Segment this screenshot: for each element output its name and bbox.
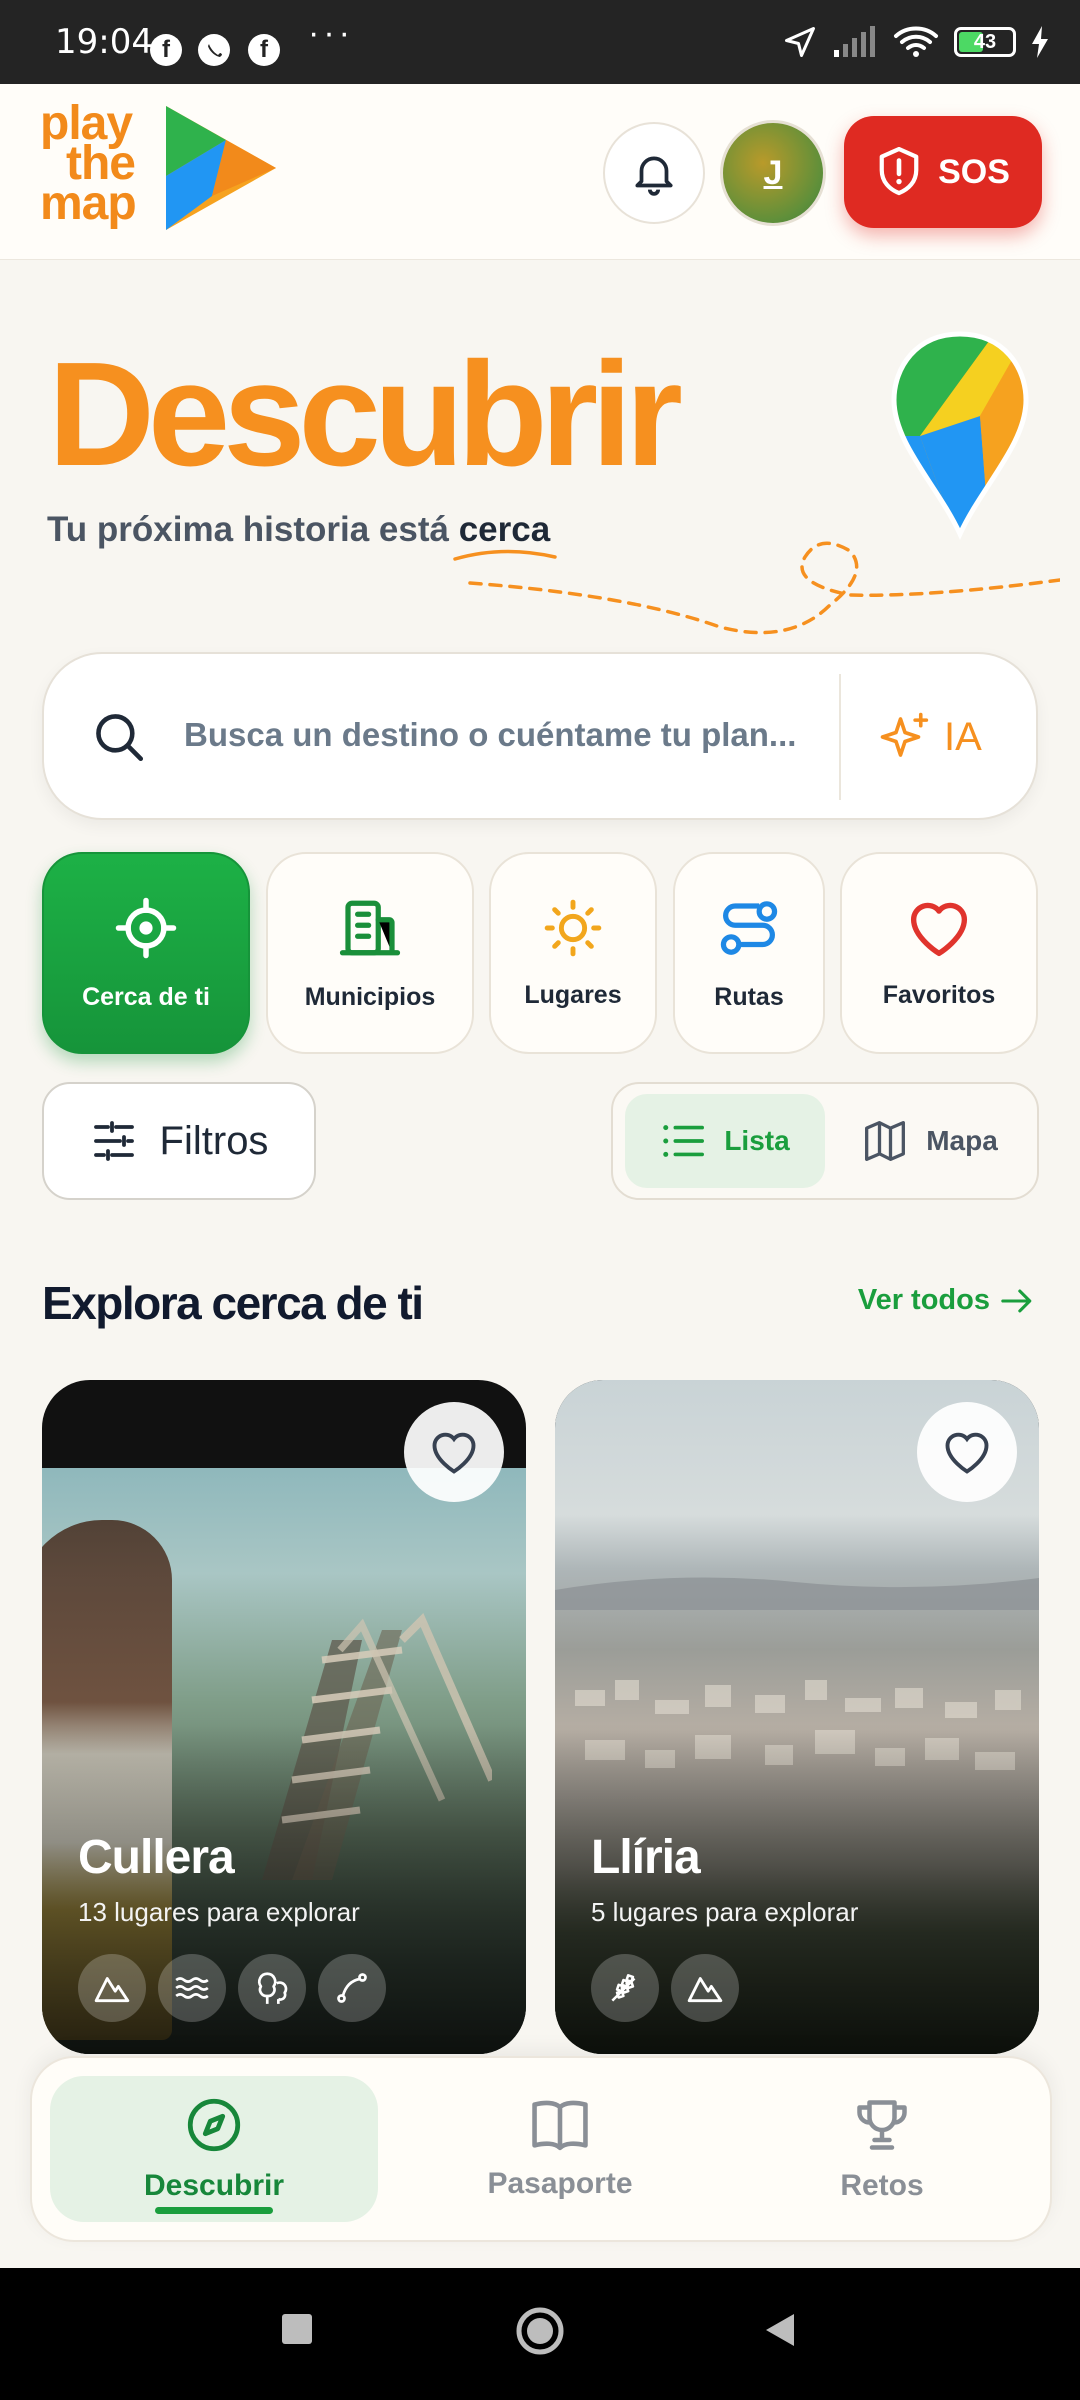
search-icon (96, 714, 144, 762)
category-label: Municipios (304, 982, 436, 1011)
heart-icon (432, 1432, 476, 1474)
nav-label: Retos (840, 2169, 924, 2202)
signal-icon (834, 26, 875, 57)
book-icon (532, 2100, 588, 2151)
trees-icon (238, 1954, 306, 2022)
category-label: Lugares (524, 980, 622, 1009)
category-nearby[interactable]: Cerca de ti (42, 852, 250, 1054)
compass-icon (187, 2098, 241, 2152)
facebook-icon: f (248, 34, 280, 66)
list-view-button[interactable]: Lista (625, 1094, 825, 1188)
map-icon (865, 1121, 906, 1161)
favorite-button[interactable] (917, 1402, 1017, 1502)
filters-button[interactable]: Filtros (42, 1082, 316, 1200)
list-icon (663, 1125, 705, 1157)
charging-icon (1032, 26, 1048, 58)
destination-card[interactable]: Llíria 5 lugares para explorar (555, 1380, 1039, 2054)
more-notifications-icon: ··· (308, 14, 354, 52)
see-all-label: Ver todos (857, 1284, 990, 1316)
decorative-dashed-path (468, 541, 1060, 635)
wheat-icon (591, 1954, 659, 2022)
filters-label: Filtros (159, 1118, 269, 1163)
route-icon (720, 900, 778, 955)
notifications-button[interactable] (603, 122, 705, 224)
sos-button[interactable]: SOS (844, 116, 1042, 228)
app-header: play the map J SOS (0, 84, 1080, 260)
nav-label: Descubrir (143, 2169, 285, 2202)
destination-title: Cullera (78, 1831, 235, 1884)
heart-icon (945, 1432, 989, 1474)
recent-apps-button[interactable] (280, 2312, 314, 2346)
nav-challenges[interactable]: Retos (732, 2076, 1032, 2222)
category-places[interactable]: Lugares (489, 852, 657, 1054)
map-pin-icon (891, 331, 1029, 540)
search-bar: IA (42, 652, 1038, 820)
subtitle-text: Tu próxima historia está (47, 510, 459, 549)
ai-assistant-button[interactable]: IA (878, 710, 982, 764)
nav-passport[interactable]: Pasaporte (410, 2076, 710, 2222)
avatar-initial: J (763, 153, 783, 192)
status-time: 19:04 (55, 22, 153, 62)
bottom-navigation: Descubrir Pasaporte Retos (30, 2056, 1052, 2242)
location-icon (785, 27, 815, 57)
back-button[interactable] (762, 2312, 796, 2348)
user-avatar[interactable]: J (720, 120, 826, 226)
favorite-button[interactable] (404, 1402, 504, 1502)
battery-level: 43 (973, 31, 997, 53)
waves-icon (158, 1954, 226, 2022)
category-label: Favoritos (882, 980, 996, 1009)
list-view-label: Lista (724, 1125, 790, 1156)
sparkle-icon (880, 712, 929, 757)
building-icon (339, 900, 401, 955)
mountain-icon (671, 1954, 739, 2022)
mountain-icon (78, 1954, 146, 2022)
section-title: Explora cerca de ti (42, 1277, 424, 1329)
category-label: Cerca de ti (82, 982, 210, 1011)
nav-discover[interactable]: Descubrir (50, 2076, 378, 2222)
category-label: Rutas (714, 982, 784, 1011)
category-routes[interactable]: Rutas (673, 852, 825, 1054)
sliders-icon (93, 1121, 134, 1161)
see-all-link[interactable]: Ver todos (858, 1284, 1034, 1317)
category-municipalities[interactable]: Municipios (266, 852, 474, 1054)
heart-icon (910, 902, 968, 956)
bell-icon (635, 156, 673, 196)
shield-alert-icon (879, 147, 919, 196)
map-view-button[interactable]: Mapa (835, 1094, 1025, 1188)
map-view-label: Mapa (926, 1125, 998, 1156)
sos-label: SOS (938, 152, 1010, 191)
nav-label: Pasaporte (487, 2167, 633, 2200)
ai-label: IA (944, 714, 982, 759)
logo-line: map (40, 177, 137, 230)
whatsapp-icon (198, 34, 230, 66)
facebook-icon: f (150, 34, 182, 66)
logo-play-icon (166, 106, 276, 230)
search-divider (839, 674, 841, 800)
trophy-icon (857, 2100, 907, 2150)
app-logo[interactable]: play the map (40, 100, 137, 230)
view-toggle: Lista Mapa (611, 1082, 1039, 1200)
wifi-icon (894, 26, 938, 57)
page-title: Descubrir (48, 332, 683, 497)
battery-icon: 43 (954, 27, 1016, 57)
destination-card[interactable]: Cullera 13 lugares para explorar (42, 1380, 526, 2054)
home-button[interactable] (515, 2306, 565, 2356)
category-favorites[interactable]: Favoritos (840, 852, 1038, 1054)
system-navigation-bar (0, 2268, 1080, 2400)
status-bar: 19:04 f f ··· 43 (0, 0, 1080, 84)
target-icon (115, 897, 177, 958)
route-icon (318, 1954, 386, 2022)
sun-icon (544, 899, 602, 956)
arrow-right-icon (1001, 1289, 1032, 1312)
destination-title: Llíria (591, 1831, 701, 1884)
destination-subtitle: 5 lugares para explorar (591, 1897, 859, 1927)
destination-subtitle: 13 lugares para explorar (78, 1897, 360, 1927)
search-input[interactable] (184, 716, 824, 754)
active-indicator (155, 2207, 273, 2214)
